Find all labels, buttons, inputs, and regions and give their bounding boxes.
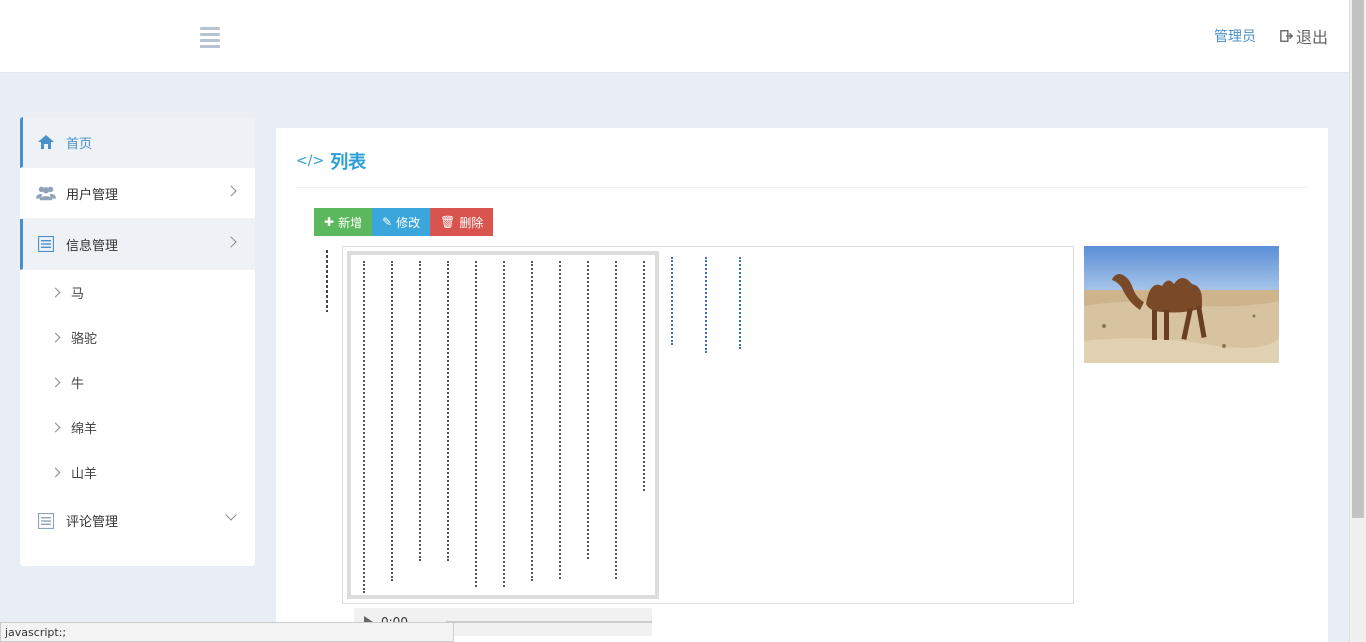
- sidebar-subitem-label: 牛: [71, 377, 85, 392]
- admin-link[interactable]: 管理员: [1214, 26, 1256, 46]
- logout-button[interactable]: 退出: [1280, 24, 1328, 48]
- plus-icon: ✚: [324, 215, 335, 229]
- audio-progress[interactable]: [445, 621, 652, 623]
- sidebar: 首页 用户管理 信息管理 马 骆驼 牛 绵羊 山羊 评论管理: [20, 117, 255, 566]
- sidebar-item-info-management[interactable]: 信息管理: [20, 219, 255, 270]
- add-button[interactable]: ✚ 新增: [314, 208, 373, 236]
- scrollbar-thumb[interactable]: [1352, 0, 1364, 518]
- text-line: [531, 261, 539, 581]
- mongolian-text-block: [347, 251, 659, 599]
- top-right-actions: 管理员 退出: [1214, 24, 1328, 48]
- delete-button-label: 删除: [459, 215, 484, 230]
- chevron-right-icon: [50, 287, 61, 298]
- text-line: [503, 261, 511, 587]
- sidebar-item-home[interactable]: 首页: [20, 117, 255, 168]
- sidebar-subitem-label: 山羊: [71, 467, 98, 482]
- list-alt-icon: [36, 512, 56, 530]
- edit-button[interactable]: ✎ 修改: [372, 208, 431, 236]
- camel-image: [1084, 246, 1279, 363]
- sidebar-subitem-label: 绵羊: [71, 422, 98, 437]
- main-panel: </> 列表 ✚ 新增 ✎ 修改 🗑 删除: [276, 128, 1328, 642]
- sidebar-subitem-cattle[interactable]: 牛: [20, 360, 255, 405]
- sidebar-item-user-management[interactable]: 用户管理: [20, 168, 255, 219]
- home-icon: [36, 133, 56, 151]
- add-button-label: 新增: [338, 215, 363, 230]
- toolbar: ✚ 新增 ✎ 修改 🗑 删除: [314, 208, 494, 236]
- delete-button[interactable]: 🗑 删除: [430, 208, 494, 236]
- sidebar-item-comment-management[interactable]: 评论管理: [20, 495, 255, 546]
- mongolian-title-script: [326, 250, 328, 312]
- page-scrollbar[interactable]: [1349, 0, 1366, 642]
- users-icon: [36, 184, 56, 202]
- text-line: [391, 261, 399, 581]
- list-alt-icon: [36, 235, 56, 253]
- sidebar-subitem-label: 马: [71, 287, 85, 302]
- chevron-right-icon: [50, 422, 61, 433]
- trash-icon: 🗑: [440, 215, 456, 229]
- text-line: [475, 261, 483, 587]
- edit-button-label: 修改: [396, 215, 421, 230]
- text-line: [615, 261, 623, 579]
- sidebar-subitem-sheep[interactable]: 绵羊: [20, 405, 255, 450]
- sidebar-item-label: 首页: [66, 136, 93, 152]
- sidebar-subitem-horse[interactable]: 马: [20, 270, 255, 315]
- text-line: [363, 261, 371, 593]
- page-title-text: 列表: [330, 152, 367, 173]
- browser-status-bar: javascript:;: [0, 622, 454, 642]
- text-line: [447, 261, 455, 561]
- divider: [296, 187, 1308, 188]
- edit-icon: ✎: [382, 215, 393, 229]
- chevron-right-icon: [50, 332, 61, 343]
- sidebar-subitem-label: 骆驼: [71, 332, 98, 347]
- text-line: [643, 261, 651, 491]
- mongolian-link[interactable]: [739, 257, 747, 349]
- chevron-right-icon: [50, 377, 61, 388]
- code-icon: </>: [296, 153, 325, 169]
- sign-out-icon: [1280, 30, 1294, 42]
- top-navbar: 管理员 退出: [0, 0, 1350, 73]
- page-title: </> 列表: [296, 148, 366, 174]
- chevron-right-icon: [50, 467, 61, 478]
- content-viewer: [342, 246, 1074, 604]
- sidebar-subitem-camel[interactable]: 骆驼: [20, 315, 255, 360]
- sidebar-subitem-goat[interactable]: 山羊: [20, 450, 255, 495]
- logout-label: 退出: [1295, 28, 1328, 47]
- list-icon[interactable]: [200, 27, 220, 48]
- mongolian-link[interactable]: [705, 257, 713, 353]
- text-line: [419, 261, 427, 561]
- text-line: [587, 261, 595, 559]
- text-line: [559, 261, 567, 579]
- mongolian-link[interactable]: [671, 257, 679, 345]
